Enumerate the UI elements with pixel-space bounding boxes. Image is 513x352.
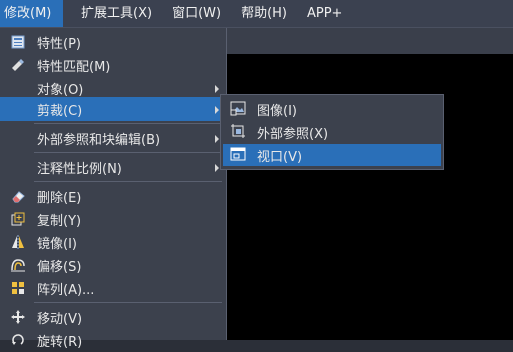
xref-clip-icon <box>230 123 248 141</box>
menu-divider <box>34 152 222 153</box>
submenu-item-image[interactable]: 图像(I) <box>223 98 441 120</box>
menu-item-match-properties[interactable]: 特性匹配(M) <box>0 53 225 77</box>
menu-divider <box>34 181 222 182</box>
submenu-item-label: 视口(V) <box>257 150 303 165</box>
menu-item-mirror[interactable]: 镜像(I) <box>0 230 225 254</box>
menu-help[interactable]: 帮助(H) <box>233 0 295 27</box>
menu-item-annotative-scale[interactable]: 注释性比例(N) <box>0 155 225 179</box>
menu-item-label: 特性匹配(M) <box>37 60 111 75</box>
menu-divider <box>34 302 222 303</box>
menu-window[interactable]: 窗口(W) <box>164 0 229 27</box>
submenu-item-viewport[interactable]: 视口(V) <box>223 144 441 166</box>
menu-item-clip[interactable]: 剪裁(C) <box>0 97 225 121</box>
submenu-item-label: 外部参照(X) <box>257 127 329 142</box>
modify-dropdown-menu: 特性(P) 特性匹配(M) 对象(O) 剪裁(C) 外部参照和块编辑(B) 注释… <box>0 28 227 350</box>
properties-icon <box>8 32 28 52</box>
array-icon <box>8 278 28 298</box>
submenu-arrow-icon <box>215 85 219 93</box>
clip-submenu: 图像(I) 外部参照(X) 视口(V) <box>220 94 444 170</box>
menu-item-array[interactable]: 阵列(A)... <box>0 276 225 300</box>
menu-item-properties[interactable]: 特性(P) <box>0 30 225 54</box>
rotate-icon <box>8 330 28 350</box>
eraser-icon <box>8 186 28 206</box>
menu-item-label: 注释性比例(N) <box>37 162 122 177</box>
submenu-arrow-icon <box>215 106 219 114</box>
match-properties-brush-icon <box>8 55 28 75</box>
viewport-clip-icon <box>230 146 248 164</box>
menu-item-label: 偏移(S) <box>37 260 82 275</box>
copy-icon <box>8 209 28 229</box>
menu-item-rotate[interactable]: 旋转(R) <box>0 328 225 352</box>
menu-item-label: 删除(E) <box>37 191 82 206</box>
menu-divider <box>34 123 222 124</box>
toolbar-strip <box>226 28 513 54</box>
menu-item-label: 外部参照和块编辑(B) <box>37 133 161 148</box>
submenu-item-label: 图像(I) <box>257 104 297 119</box>
menu-item-move[interactable]: 移动(V) <box>0 305 225 329</box>
move-icon <box>8 307 28 327</box>
submenu-arrow-icon <box>215 135 219 143</box>
menu-bar: 修改(M) 扩展工具(X) 窗口(W) 帮助(H) APP+ <box>0 0 513 28</box>
menu-item-erase[interactable]: 删除(E) <box>0 184 225 208</box>
menu-extension-tools[interactable]: 扩展工具(X) <box>73 0 160 27</box>
submenu-item-xref[interactable]: 外部参照(X) <box>223 121 441 143</box>
menu-item-label: 阵列(A)... <box>37 283 95 298</box>
menu-app-plus[interactable]: APP+ <box>299 0 350 27</box>
mirror-icon <box>8 232 28 252</box>
offset-icon <box>8 255 28 275</box>
menu-item-offset[interactable]: 偏移(S) <box>0 253 225 277</box>
menu-item-label: 特性(P) <box>37 37 81 52</box>
image-clip-icon <box>230 100 248 118</box>
menu-modify[interactable]: 修改(M) <box>0 0 63 27</box>
submenu-arrow-icon <box>215 164 219 172</box>
menu-item-xref-block-edit[interactable]: 外部参照和块编辑(B) <box>0 126 225 150</box>
menu-item-label: 旋转(R) <box>37 335 83 350</box>
menu-item-label: 剪裁(C) <box>37 104 83 119</box>
menu-item-label: 移动(V) <box>37 312 83 327</box>
menu-item-label: 镜像(I) <box>37 237 77 252</box>
menu-item-label: 复制(Y) <box>37 214 82 229</box>
menu-item-copy[interactable]: 复制(Y) <box>0 207 225 231</box>
menu-item-label: 对象(O) <box>37 83 84 98</box>
